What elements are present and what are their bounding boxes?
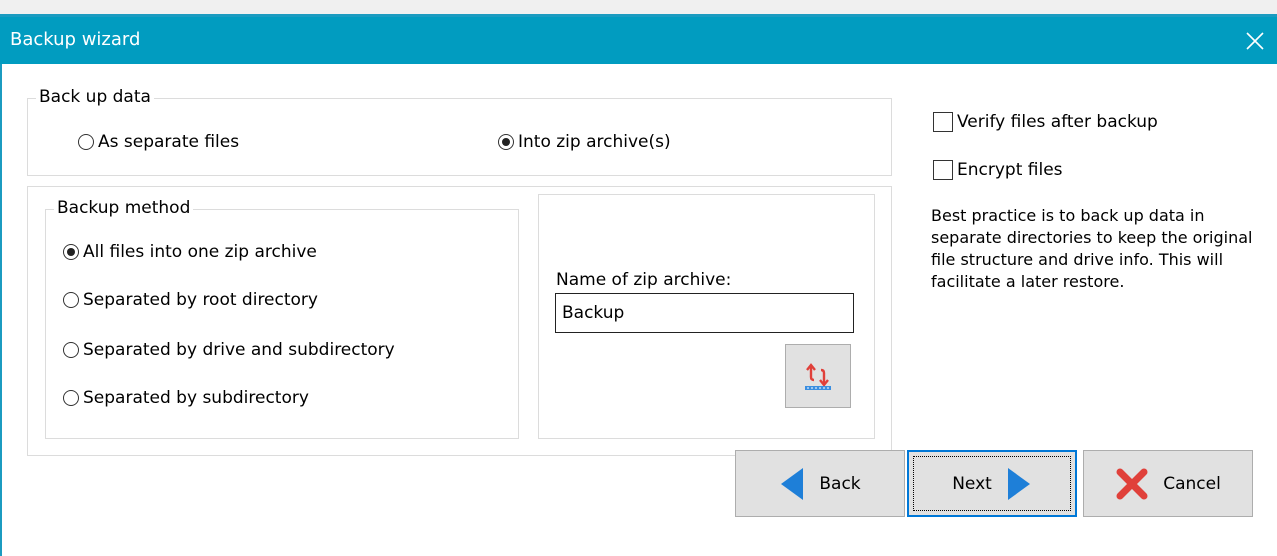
close-icon[interactable] bbox=[1233, 17, 1277, 64]
backup-method-legend: Backup method bbox=[54, 198, 194, 218]
radio-label-root: Separated by root directory bbox=[83, 290, 318, 310]
encrypt-files-checkbox[interactable]: Encrypt files bbox=[933, 160, 1063, 180]
verify-files-checkbox[interactable]: Verify files after backup bbox=[933, 112, 1158, 132]
radio-into-zip-archives[interactable]: Into zip archive(s) bbox=[498, 132, 671, 152]
radio-dot-root bbox=[63, 292, 79, 308]
cancel-button[interactable]: Cancel bbox=[1083, 450, 1253, 517]
radio-dot-drive bbox=[63, 342, 79, 358]
next-arrow-icon bbox=[1007, 467, 1030, 500]
window-title: Backup wizard bbox=[10, 29, 141, 50]
parent-window-edge bbox=[0, 0, 1277, 17]
title-bar: Backup wizard bbox=[0, 17, 1277, 64]
back-arrow-icon bbox=[781, 467, 804, 500]
radio-dot-all-files bbox=[63, 244, 79, 260]
radio-separated-drive-subdir[interactable]: Separated by drive and subdirectory bbox=[63, 340, 395, 360]
radio-label-separate: As separate files bbox=[98, 132, 240, 152]
radio-separated-subdir[interactable]: Separated by subdirectory bbox=[63, 388, 309, 408]
encrypt-label: Encrypt files bbox=[957, 160, 1063, 180]
radio-as-separate-files[interactable]: As separate files bbox=[78, 132, 239, 152]
back-label: Back bbox=[819, 473, 861, 494]
next-button[interactable]: Next bbox=[907, 450, 1077, 517]
radio-separated-root[interactable]: Separated by root directory bbox=[63, 290, 318, 310]
refresh-archive-icon bbox=[805, 363, 831, 390]
cancel-x-icon bbox=[1116, 468, 1148, 499]
verify-box bbox=[933, 112, 953, 132]
verify-label: Verify files after backup bbox=[957, 112, 1158, 132]
zip-name-input[interactable]: Backup bbox=[555, 293, 854, 333]
radio-all-files-one-zip[interactable]: All files into one zip archive bbox=[63, 242, 317, 262]
back-up-data-legend: Back up data bbox=[36, 87, 154, 107]
refresh-archive-button[interactable] bbox=[785, 344, 851, 408]
encrypt-box bbox=[933, 160, 953, 180]
radio-label-zip: Into zip archive(s) bbox=[518, 132, 671, 152]
radio-label-all-files: All files into one zip archive bbox=[83, 242, 317, 262]
radio-dot-subdir bbox=[63, 390, 79, 406]
next-label: Next bbox=[952, 473, 992, 494]
best-practice-info: Best practice is to back up data in sepa… bbox=[931, 206, 1253, 291]
zip-name-label: Name of zip archive: bbox=[556, 270, 732, 290]
cancel-label: Cancel bbox=[1163, 473, 1221, 494]
radio-dot-zip bbox=[498, 134, 514, 150]
radio-dot-separate bbox=[78, 134, 94, 150]
radio-label-subdir: Separated by subdirectory bbox=[83, 388, 309, 408]
back-button[interactable]: Back bbox=[735, 450, 905, 517]
radio-label-drive: Separated by drive and subdirectory bbox=[83, 340, 395, 360]
